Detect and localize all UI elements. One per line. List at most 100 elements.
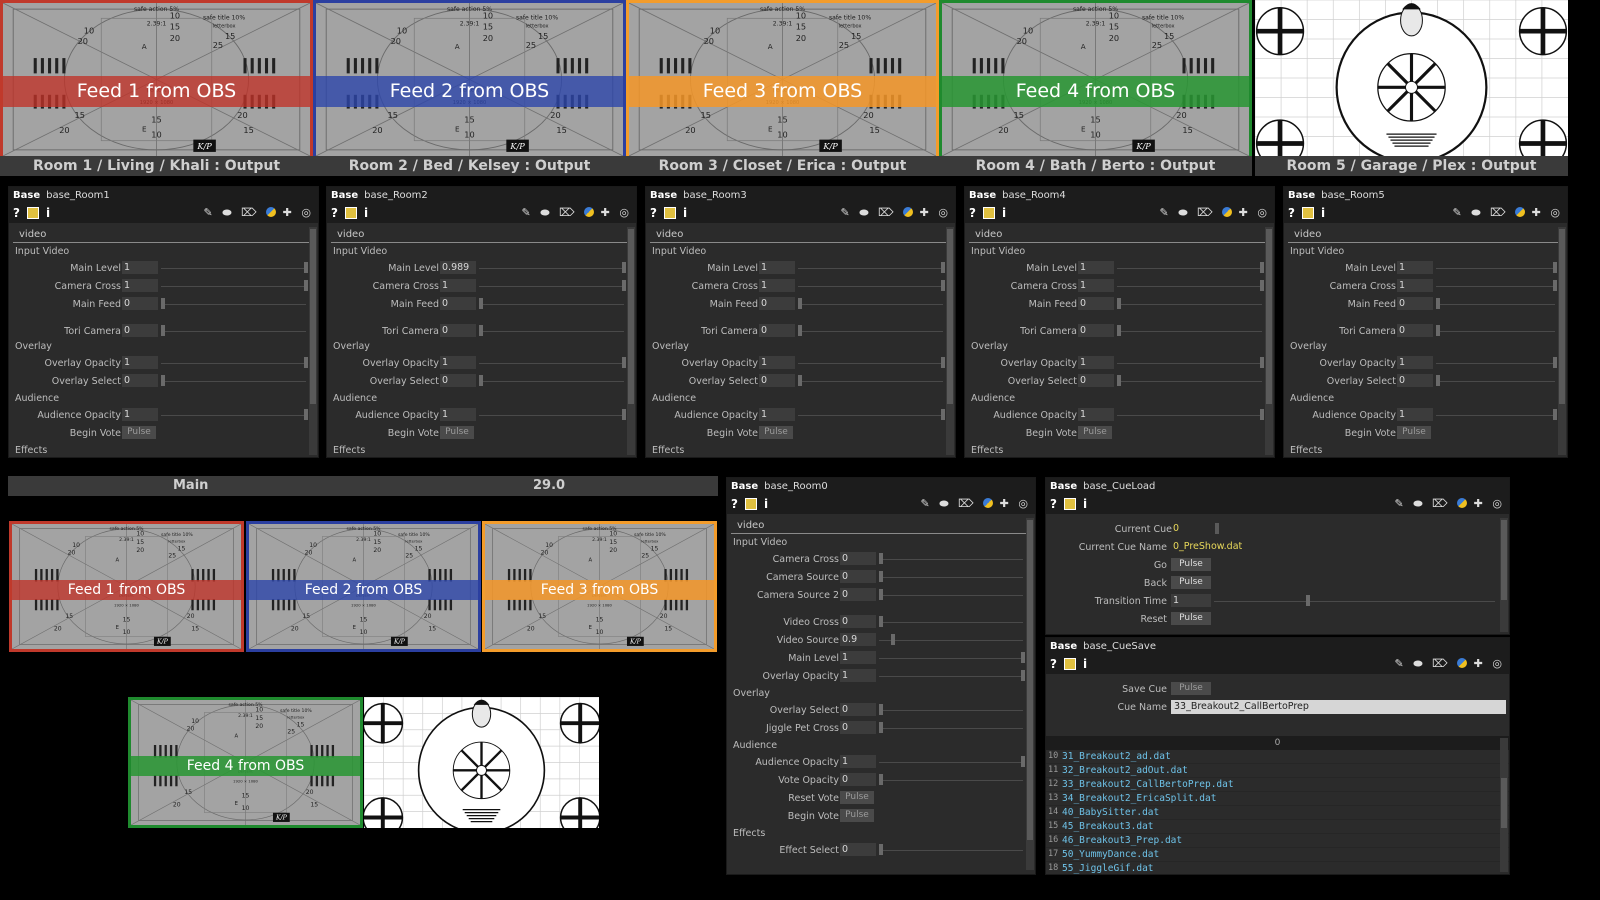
- cue-file-name[interactable]: 34_Breakout2_EricaSplit.dat: [1062, 792, 1216, 805]
- main-feed-track[interactable]: [161, 304, 306, 305]
- cue-file-row[interactable]: 16 46_Breakout3_Prep.dat: [1046, 834, 1509, 848]
- overlay-select-track[interactable]: [161, 381, 306, 382]
- info-icon[interactable]: i: [1321, 206, 1325, 220]
- back-pulse-button[interactable]: Pulse: [1171, 576, 1211, 589]
- main-level-field[interactable]: 1: [1078, 261, 1114, 274]
- begin-vote-pulse-button[interactable]: Pulse: [759, 426, 793, 439]
- panel-scrollbar[interactable]: [309, 227, 317, 455]
- camera-cross-handle[interactable]: [1553, 280, 1557, 291]
- cue-file-row[interactable]: 13 34_Breakout2_EricaSplit.dat: [1046, 792, 1509, 806]
- toolbar-icons[interactable]: ✎ ⬬ ⌦ ✚ ◎: [1453, 206, 1563, 220]
- overlay-opacity-field[interactable]: 1: [840, 669, 876, 682]
- overlay-select-field[interactable]: 0: [840, 703, 876, 716]
- video-cross-track[interactable]: [879, 622, 1023, 623]
- audience-opacity-track[interactable]: [1436, 415, 1555, 416]
- save-cue-pulse-button[interactable]: Pulse: [1171, 682, 1211, 695]
- cue-file-row[interactable]: 10 31_Breakout2_ad.dat: [1046, 750, 1509, 764]
- transition-time-field[interactable]: 1: [1171, 594, 1211, 607]
- reset-vote-pulse-button[interactable]: Pulse: [840, 791, 874, 804]
- overlay-select-field[interactable]: 0: [122, 374, 158, 387]
- camera-cross-track[interactable]: [161, 286, 306, 287]
- tab-video[interactable]: video: [1288, 223, 1563, 243]
- main-level-track[interactable]: [1436, 268, 1555, 269]
- tori-camera-field[interactable]: 0: [759, 324, 795, 337]
- main-level-track[interactable]: [479, 268, 624, 269]
- cueload-scrollbar[interactable]: [1500, 518, 1508, 632]
- begin-vote-pulse-button[interactable]: Pulse: [1397, 426, 1431, 439]
- vote-opacity-field[interactable]: 0: [840, 773, 876, 786]
- help-icon[interactable]: ?: [1050, 657, 1057, 671]
- camera-cross-track[interactable]: [798, 286, 943, 287]
- camera-cross-track[interactable]: [479, 286, 624, 287]
- vote-opacity-track[interactable]: [879, 780, 1023, 781]
- python-help-icon[interactable]: [1302, 207, 1314, 219]
- overlay-select-field[interactable]: 0: [440, 374, 476, 387]
- cue-file-name[interactable]: 31_Breakout2_ad.dat: [1062, 750, 1171, 763]
- main-level-field[interactable]: 1: [759, 261, 795, 274]
- info-icon[interactable]: i: [1083, 657, 1087, 671]
- camera-cross-track[interactable]: [1436, 286, 1555, 287]
- camera-cross-field[interactable]: 0: [840, 552, 876, 565]
- camera-source-handle[interactable]: [879, 571, 883, 582]
- toolbar-icons[interactable]: ✎ ⬬ ⌦ ✚ ◎: [1395, 497, 1505, 511]
- overlay-opacity-track[interactable]: [1117, 363, 1262, 364]
- main-feed-field[interactable]: 0: [440, 297, 476, 310]
- help-icon[interactable]: ?: [969, 206, 976, 220]
- tori-camera-field[interactable]: 0: [440, 324, 476, 337]
- overlay-select-handle[interactable]: [1436, 375, 1440, 386]
- cue-list-scrollbar[interactable]: [1500, 738, 1508, 872]
- python-help-icon[interactable]: [1064, 658, 1076, 670]
- help-icon[interactable]: ?: [331, 206, 338, 220]
- overlay-select-track[interactable]: [879, 710, 1023, 711]
- tori-camera-handle[interactable]: [798, 325, 802, 336]
- tori-camera-handle[interactable]: [479, 325, 483, 336]
- audience-opacity-handle[interactable]: [1021, 756, 1025, 767]
- overlay-select-field[interactable]: 0: [759, 374, 795, 387]
- help-icon[interactable]: ?: [1050, 497, 1057, 511]
- audience-opacity-track[interactable]: [479, 415, 624, 416]
- main-level-track[interactable]: [798, 268, 943, 269]
- overlay-opacity-field[interactable]: 1: [1397, 356, 1433, 369]
- main-level-track[interactable]: [161, 268, 306, 269]
- overlay-opacity-handle[interactable]: [622, 357, 626, 368]
- overlay-opacity-handle[interactable]: [1553, 357, 1557, 368]
- go-pulse-button[interactable]: Pulse: [1171, 558, 1211, 571]
- camera-cross-field[interactable]: 1: [1078, 279, 1114, 292]
- camera-cross-field[interactable]: 1: [1397, 279, 1433, 292]
- audience-opacity-track[interactable]: [161, 415, 306, 416]
- audience-opacity-track[interactable]: [798, 415, 943, 416]
- overlay-opacity-field[interactable]: 1: [122, 356, 158, 369]
- begin-vote-pulse-button[interactable]: Pulse: [1078, 426, 1112, 439]
- main-level-track[interactable]: [879, 658, 1023, 659]
- python-help-icon[interactable]: [983, 207, 995, 219]
- tab-video[interactable]: video: [331, 223, 632, 243]
- transition-time-handle[interactable]: [1306, 595, 1310, 606]
- overlay-select-track[interactable]: [1117, 381, 1262, 382]
- python-icon[interactable]: [903, 207, 914, 217]
- tori-camera-track[interactable]: [479, 331, 624, 332]
- toolbar-icons[interactable]: ✎ ⬬ ⌦ ✚ ◎: [1395, 657, 1505, 671]
- camera-cross-field[interactable]: 1: [759, 279, 795, 292]
- cue-file-name[interactable]: 32_Breakout2_adOut.dat: [1062, 764, 1188, 777]
- main-feed-field[interactable]: 0: [1397, 297, 1433, 310]
- overlay-opacity-track[interactable]: [161, 363, 306, 364]
- python-help-icon[interactable]: [745, 498, 757, 510]
- camera-cross-track[interactable]: [1117, 286, 1262, 287]
- audience-opacity-track[interactable]: [1117, 415, 1262, 416]
- info-icon[interactable]: i: [1083, 497, 1087, 511]
- overlay-opacity-track[interactable]: [798, 363, 943, 364]
- overlay-select-handle[interactable]: [161, 375, 165, 386]
- cue-file-row[interactable]: 12 33_Breakout2_CallBertoPrep.dat: [1046, 778, 1509, 792]
- info-icon[interactable]: i: [1002, 206, 1006, 220]
- python-icon[interactable]: [983, 498, 994, 508]
- overlay-select-handle[interactable]: [1117, 375, 1121, 386]
- overlay-select-handle[interactable]: [479, 375, 483, 386]
- cue-file-row[interactable]: 15 45_Breakout3.dat: [1046, 820, 1509, 834]
- python-icon[interactable]: [1457, 498, 1468, 508]
- cue-name-input[interactable]: 33_Breakout2_CallBertoPrep: [1171, 700, 1506, 714]
- transition-time-track[interactable]: [1214, 601, 1495, 602]
- overlay-select-track[interactable]: [479, 381, 624, 382]
- effect-select-handle[interactable]: [879, 844, 883, 855]
- python-help-icon[interactable]: [664, 207, 676, 219]
- tori-camera-track[interactable]: [1117, 331, 1262, 332]
